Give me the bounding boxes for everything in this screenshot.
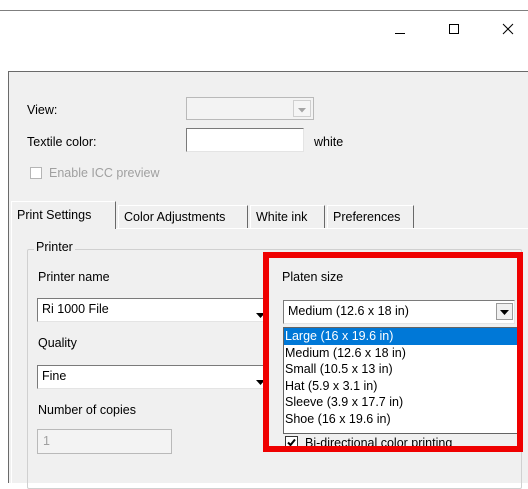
platen-size-dropdown-list[interactable]: Large (16 x 19.6 in) Medium (12.6 x 18 i… [283, 327, 518, 434]
printer-name-label: Printer name [38, 270, 110, 284]
platen-option-shoe[interactable]: Shoe (16 x 19.6 in) [284, 411, 517, 428]
tab-preferences[interactable]: Preferences [327, 205, 414, 228]
platen-option-medium[interactable]: Medium (12.6 x 18 in) [284, 345, 517, 362]
printer-name-select[interactable]: Ri 1000 File [37, 298, 266, 322]
printer-name-chevron-down-icon [256, 308, 265, 322]
minimize-icon [394, 23, 406, 35]
platen-option-sleeve[interactable]: Sleeve (3.9 x 17.7 in) [284, 394, 517, 411]
tab-white-ink[interactable]: White ink [250, 205, 325, 228]
tab-color-adjustments[interactable]: Color Adjustments [118, 205, 248, 228]
printer-name-value: Ri 1000 File [42, 302, 109, 316]
textile-color-value: white [314, 135, 344, 149]
tab-print-settings-label: Print Settings [17, 208, 92, 222]
platen-option-small[interactable]: Small (10.5 x 13 in) [284, 361, 517, 378]
tab-print-settings[interactable]: Print Settings [11, 201, 116, 229]
quality-value: Fine [42, 369, 67, 383]
platen-option-hat[interactable]: Hat (5.9 x 3.1 in) [284, 378, 517, 395]
view-select[interactable] [186, 97, 314, 120]
bidirectional-checkbox[interactable] [285, 436, 298, 449]
quality-chevron-down-icon [256, 375, 265, 389]
quality-label: Quality [38, 336, 77, 350]
copies-label: Number of copies [38, 403, 136, 417]
maximize-button[interactable] [440, 16, 468, 42]
icc-preview-checkbox[interactable] [30, 167, 42, 179]
icc-preview-label: Enable ICC preview [49, 166, 160, 180]
copies-value: 1 [43, 434, 50, 448]
chevron-down-icon [500, 305, 509, 319]
copies-input[interactable]: 1 [37, 429, 172, 454]
tab-white-ink-label: White ink [256, 210, 308, 224]
bidirectional-label: Bi-directional color printing [305, 436, 453, 450]
tab-preferences-label: Preferences [333, 210, 401, 224]
chevron-down-icon [298, 102, 306, 116]
platen-size-dropdown-button[interactable] [496, 303, 513, 320]
view-dropdown-button[interactable] [293, 100, 311, 117]
next-group-title-clip [37, 474, 157, 483]
maximize-icon [448, 23, 460, 35]
view-label: View: [27, 103, 58, 117]
minimize-button[interactable] [386, 16, 414, 42]
close-button[interactable] [494, 16, 522, 42]
checkmark-icon [286, 437, 297, 451]
printer-group-title: Printer [34, 240, 75, 254]
tab-color-adjustments-label: Color Adjustments [124, 210, 226, 224]
platen-size-label: Platen size [282, 270, 344, 284]
platen-size-value: Medium (12.6 x 18 in) [288, 304, 409, 318]
title-bar-divider [0, 10, 528, 11]
textile-color-label: Textile color: [27, 135, 97, 149]
platen-size-select[interactable]: Medium (12.6 x 18 in) [283, 300, 515, 324]
textile-color-swatch[interactable] [186, 128, 304, 152]
quality-select[interactable]: Fine [37, 365, 266, 389]
platen-option-large[interactable]: Large (16 x 19.6 in) [284, 328, 517, 345]
close-icon [502, 23, 514, 35]
